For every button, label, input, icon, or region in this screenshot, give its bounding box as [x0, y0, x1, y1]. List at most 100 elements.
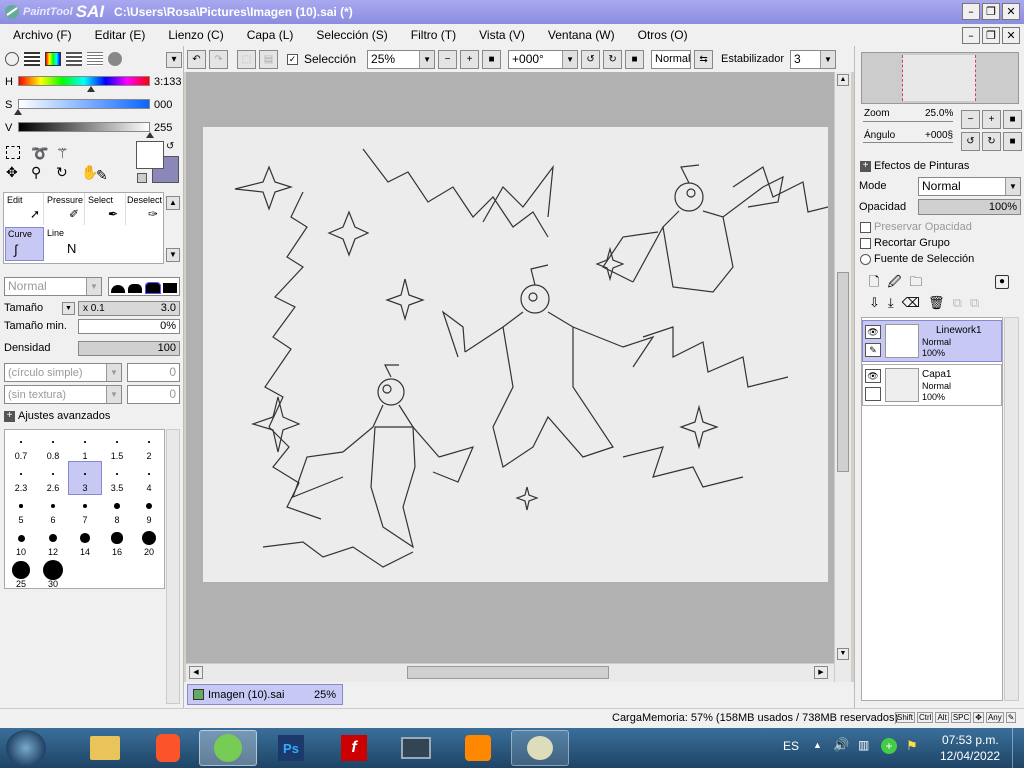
brush-size-cell[interactable]: 3.5	[101, 462, 133, 494]
zoom-select[interactable]: 25% ▼	[367, 49, 436, 69]
brush-size-cell[interactable]: 2	[133, 430, 165, 462]
palette-icon[interactable]	[108, 52, 122, 66]
brush-size-cell[interactable]: 9	[133, 494, 165, 526]
doc-restore-button[interactable]: ❐	[982, 27, 1000, 44]
min-size-slider[interactable]: 0%	[78, 319, 180, 334]
new-folder-icon[interactable]: 🗀	[909, 273, 922, 295]
zoom-reset-button[interactable]: ■	[482, 49, 502, 69]
tool-line[interactable]: Line Ν	[45, 227, 85, 261]
value-thumb[interactable]	[146, 132, 154, 138]
saturation-thumb[interactable]	[14, 109, 22, 115]
menu-seleccion[interactable]: Selección (S)	[303, 28, 397, 42]
edge-hard-icon[interactable]	[144, 282, 161, 294]
scratchpad-icon[interactable]	[87, 52, 103, 66]
alt-key-indicator[interactable]: Alt	[935, 712, 949, 723]
document-tab[interactable]: Imagen (10).sai 25%	[187, 684, 343, 705]
zoom-icon[interactable]: ⚲	[31, 165, 53, 181]
nav-zoom-out-button[interactable]: −	[961, 110, 980, 129]
clip-group-option[interactable]: Recortar Grupo	[860, 237, 950, 249]
brush-size-cell[interactable]: 7	[69, 494, 101, 526]
linework-pen-icon[interactable]: ✎	[865, 343, 881, 357]
edge-square-icon[interactable]	[163, 283, 178, 293]
clock-date[interactable]: 12/04/2022	[940, 749, 1000, 763]
taskbar-brave[interactable]	[139, 730, 197, 766]
magic-wand-icon[interactable]: ⚚	[56, 146, 78, 162]
menu-filtro[interactable]: Filtro (T)	[398, 28, 466, 42]
network-icon[interactable]: ▥	[858, 738, 869, 752]
rotate-right-button[interactable]: ↻	[603, 49, 623, 69]
menu-vista[interactable]: Vista (V)	[466, 28, 535, 42]
start-button[interactable]	[6, 730, 46, 766]
rotate-reset-button[interactable]: ■	[625, 49, 645, 69]
brush-texture-strength[interactable]: 0	[127, 385, 180, 404]
new-linework-layer-icon[interactable]: 🖉	[887, 273, 901, 295]
brush-size-cell[interactable]: 4	[133, 462, 165, 494]
taskbar-monitor[interactable]	[387, 730, 445, 766]
deselect-button[interactable]: ⬚	[237, 49, 256, 69]
taskbar-paint[interactable]	[511, 730, 569, 766]
visibility-eye-icon[interactable]: 👁	[865, 369, 881, 383]
visibility-eye-icon[interactable]: 👁	[865, 325, 881, 339]
tool-deselect[interactable]: Deselect ✑	[126, 193, 165, 225]
tool-edit[interactable]: Edit ➚	[4, 193, 44, 225]
vertical-scroll-thumb[interactable]	[837, 272, 849, 472]
brush-size-cell[interactable]: 14	[69, 526, 101, 558]
rotate-left-button[interactable]: ↺	[581, 49, 601, 69]
edge-soft-icon[interactable]	[110, 285, 125, 293]
hue-slider[interactable]	[18, 76, 150, 86]
transparent-color-icon[interactable]	[137, 173, 147, 183]
nav-zoom-reset-button[interactable]: ■	[1003, 110, 1022, 129]
brush-edge-options[interactable]	[108, 277, 180, 296]
taskbar-photoshop[interactable]: Ps	[262, 730, 320, 766]
space-key-indicator[interactable]: SPC	[950, 712, 972, 723]
stabilizer-select[interactable]: 3 ▼	[790, 49, 837, 69]
swap-colors-icon[interactable]: ↺	[166, 141, 174, 152]
tools-scroll-up[interactable]: ▲	[166, 196, 180, 210]
nav-zoom-in-button[interactable]: +	[982, 110, 1001, 129]
brush-size-cell[interactable]: 2.6	[37, 462, 69, 494]
brush-size-cell[interactable]: 1.5	[101, 430, 133, 462]
move-icon[interactable]: ✥	[6, 165, 28, 181]
brush-size-cell[interactable]: 3	[68, 461, 102, 495]
pen-status-icon[interactable]: ✎	[1005, 712, 1017, 723]
advanced-settings-toggle[interactable]: + Ajustes avanzados	[4, 410, 110, 422]
taskbar-painttool-sai[interactable]	[199, 730, 257, 766]
canvas-area[interactable]	[186, 72, 836, 663]
tool-pressure[interactable]: Pressure ✐	[45, 193, 85, 225]
menu-ventana[interactable]: Ventana (W)	[535, 28, 625, 42]
value-slider[interactable]	[18, 122, 150, 132]
paint-effects-toggle[interactable]: + Efectos de Pinturas	[860, 160, 969, 172]
rect-select-icon[interactable]	[6, 146, 20, 159]
clear-layer-icon[interactable]: ⌫	[902, 296, 920, 311]
menu-lienzo[interactable]: Lienzo (C)	[155, 28, 233, 42]
transfer-down-icon[interactable]: ⇩	[869, 296, 880, 311]
brush-size-cell[interactable]: 0.7	[5, 430, 37, 462]
shift-key-indicator[interactable]: Shift	[895, 712, 916, 723]
flip-horizontal-button[interactable]: ⇆	[694, 49, 714, 69]
size-slider[interactable]: x 0.1 3.0	[78, 301, 180, 316]
taskbar-explorer[interactable]	[76, 730, 134, 766]
rgb-slider-icon[interactable]	[24, 52, 40, 66]
taskbar-media-player[interactable]	[449, 730, 507, 766]
horizontal-scroll-thumb[interactable]	[407, 666, 609, 679]
color-panel-dropdown[interactable]: ▾	[166, 52, 182, 68]
doc-minimize-button[interactable]: –	[962, 27, 980, 44]
maximize-button[interactable]: ❐	[982, 3, 1000, 20]
layer-row[interactable]: 👁 ✎ Linework1 Normal 100%	[862, 320, 1002, 362]
preserve-opacity-checkbox[interactable]	[860, 221, 871, 233]
brush-mode-select[interactable]: Normal ▼	[4, 277, 102, 296]
size-multiplier-dropdown[interactable]: ▼	[62, 302, 75, 315]
clock-time[interactable]: 07:53 p.m.	[942, 733, 999, 747]
canvas-horizontal-scrollbar[interactable]: ◀ ▶	[186, 663, 834, 682]
menu-otros[interactable]: Otros (O)	[625, 28, 698, 42]
any-key-indicator[interactable]: Any	[985, 712, 1004, 723]
show-hidden-icons-icon[interactable]: ▲	[813, 740, 822, 750]
blend-select[interactable]: Normal	[651, 49, 692, 69]
zoom-out-button[interactable]: −	[438, 49, 458, 69]
redo-button[interactable]: ↷	[209, 49, 228, 69]
delete-layer-icon[interactable]: 🗑	[928, 296, 945, 311]
layers-scrollbar[interactable]	[1004, 317, 1019, 701]
swatches-icon[interactable]	[66, 52, 82, 66]
taskbar-flash[interactable]: f	[325, 730, 383, 766]
primary-color-swatch[interactable]	[136, 141, 164, 169]
